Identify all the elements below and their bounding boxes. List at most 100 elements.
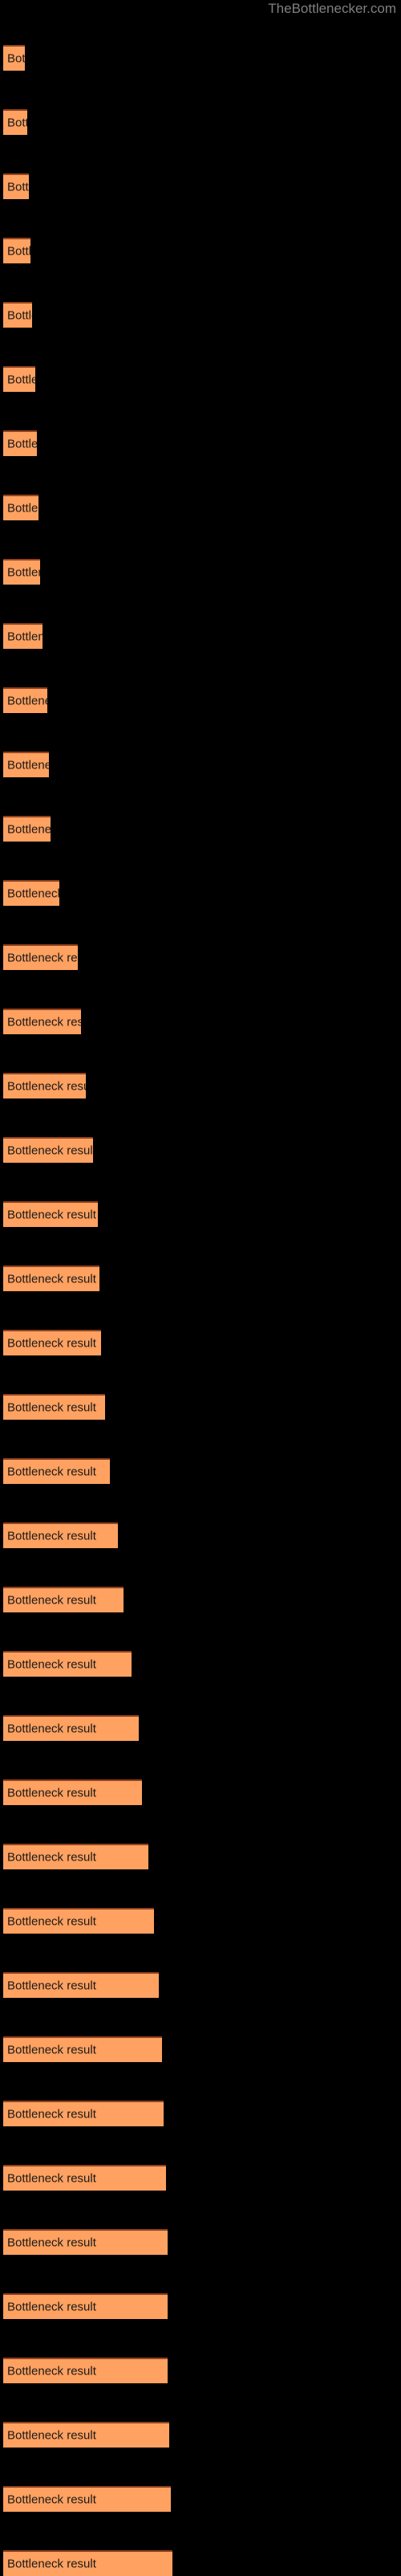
bar[interactable]: Bottleneck result: [3, 752, 49, 777]
bar[interactable]: Bottleneck result: [3, 430, 37, 456]
bar-row: Bottleneck result: [3, 2422, 169, 2448]
bar-row: Bottleneck result: [3, 1073, 86, 1098]
bar[interactable]: Bottleneck result: [3, 1779, 142, 1805]
bar-row: Bottleneck result: [3, 173, 29, 199]
bar-label: Bottleneck result: [7, 1336, 96, 1351]
bar-label: Bottleneck result: [7, 1143, 93, 1158]
bar[interactable]: Bottleneck result: [3, 2101, 164, 2126]
bar-row: Bottleneck result: [3, 816, 51, 842]
bar-label: Bottleneck result: [7, 2107, 96, 2122]
bar[interactable]: Bottleneck result: [3, 366, 35, 392]
bar-label: Bottleneck result: [7, 2300, 96, 2314]
bar-label: Bottleneck result: [7, 501, 38, 516]
bar[interactable]: Bottleneck result: [3, 1458, 110, 1484]
bar-label: Bottleneck result: [7, 2428, 96, 2443]
bar-row: Bottleneck result: [3, 495, 38, 520]
bar-row: Bottleneck result: [3, 1330, 101, 1355]
bar[interactable]: Bottleneck result: [3, 2358, 168, 2383]
bar-row: Bottleneck result: [3, 1394, 105, 1420]
bar-row: Bottleneck result: [3, 1009, 81, 1034]
bar-row: Bottleneck result: [3, 944, 78, 970]
bar[interactable]: Bottleneck result: [3, 2036, 162, 2062]
bar[interactable]: Bottleneck result: [3, 238, 30, 263]
bar[interactable]: Bottleneck result: [3, 1009, 81, 1034]
bar-row: Bottleneck result: [3, 1458, 110, 1484]
bar[interactable]: Bottleneck result: [3, 2422, 169, 2448]
bar[interactable]: Bottleneck result: [3, 687, 47, 713]
bar[interactable]: Bottleneck result: [3, 109, 27, 135]
bar-label: Bottleneck result: [7, 2492, 96, 2507]
bar-label: Bottleneck result: [7, 437, 37, 451]
bar-row: Bottleneck result: [3, 109, 27, 135]
bar-row: Bottleneck result: [3, 2101, 164, 2126]
bar[interactable]: Bottleneck result: [3, 559, 40, 585]
bar[interactable]: Bottleneck result: [3, 2229, 168, 2255]
bar[interactable]: Bottleneck result: [3, 1651, 132, 1677]
bar[interactable]: Bottleneck result: [3, 45, 25, 71]
bar-label: Bottleneck result: [7, 2236, 96, 2250]
bar[interactable]: Bottleneck result: [3, 2486, 171, 2512]
bar-row: Bottleneck result: [3, 1779, 142, 1805]
bar[interactable]: Bottleneck result: [3, 2550, 172, 2576]
bar-label: Bottleneck result: [7, 887, 59, 901]
bar-label: Bottleneck result: [7, 565, 40, 580]
bar-label: Bottleneck result: [7, 1400, 96, 1415]
bar[interactable]: Bottleneck result: [3, 2165, 166, 2191]
bar-row: Bottleneck result: [3, 2550, 172, 2576]
bar-label: Bottleneck result: [7, 373, 35, 387]
bar[interactable]: Bottleneck result: [3, 302, 32, 328]
bar-label: Bottleneck result: [7, 2043, 96, 2057]
bar-label: Bottleneck result: [7, 2171, 96, 2186]
bar[interactable]: Bottleneck result: [3, 1201, 98, 1227]
bar[interactable]: Bottleneck result: [3, 880, 59, 906]
bar[interactable]: Bottleneck result: [3, 1587, 124, 1612]
bar-label: Bottleneck result: [7, 1914, 96, 1929]
bar-row: Bottleneck result: [3, 559, 40, 585]
bar-row: Bottleneck result: [3, 302, 32, 328]
bar[interactable]: Bottleneck result: [3, 1330, 101, 1355]
bar-label: Bottleneck result: [7, 1657, 96, 1672]
bar-label: Bottleneck result: [7, 1979, 96, 1993]
bar[interactable]: Bottleneck result: [3, 623, 43, 649]
bar-row: Bottleneck result: [3, 1715, 139, 1741]
page-root: TheBottlenecker.com Bottleneck resultBot…: [0, 0, 401, 2576]
bar-label: Bottleneck result: [7, 1850, 96, 1865]
bar[interactable]: Bottleneck result: [3, 1715, 139, 1741]
bar-row: Bottleneck result: [3, 1844, 148, 1869]
bar-row: Bottleneck result: [3, 752, 49, 777]
bar[interactable]: Bottleneck result: [3, 1266, 99, 1291]
bar-row: Bottleneck result: [3, 2293, 168, 2319]
bar-label: Bottleneck result: [7, 308, 32, 323]
bottleneck-bar-chart: Bottleneck result Bottleneck result Bottle…: [0, 0, 401, 2576]
bar-label: Bottleneck result: [7, 116, 27, 130]
bar-row: Bottleneck result: [3, 45, 25, 71]
bar-label: Bottleneck result: [7, 180, 29, 194]
bar-label: Bottleneck result: [7, 1465, 96, 1479]
bar-row: Bottleneck result: [3, 366, 35, 392]
bar-label: Bottleneck result: [7, 694, 47, 708]
bar-label: Bottleneck result: [7, 1015, 81, 1029]
bar-row: Bottleneck result: [3, 238, 30, 263]
bar[interactable]: Bottleneck result: [3, 1137, 93, 1163]
bar-row: Bottleneck result: [3, 1201, 98, 1227]
bar-label: Bottleneck result: [7, 1272, 96, 1286]
bar[interactable]: Bottleneck result: [3, 173, 29, 199]
bar-row: Bottleneck result: [3, 1137, 93, 1163]
bar[interactable]: Bottleneck result: [3, 1908, 154, 1934]
bar-label: Bottleneck result: [7, 758, 49, 772]
bar[interactable]: Bottleneck result: [3, 495, 38, 520]
bar[interactable]: Bottleneck result: [3, 1522, 118, 1548]
bar[interactable]: Bottleneck result: [3, 1073, 86, 1098]
bar-row: Bottleneck result: [3, 687, 47, 713]
bar[interactable]: Bottleneck result: [3, 944, 78, 970]
bar-label: Bottleneck result: [7, 951, 78, 965]
bar[interactable]: Bottleneck result: [3, 1972, 159, 1998]
bar-label: Bottleneck result: [7, 1722, 96, 1736]
bar[interactable]: Bottleneck result: [3, 2293, 168, 2319]
bar[interactable]: Bottleneck result: [3, 816, 51, 842]
bar-label: Bottleneck result: [7, 2557, 96, 2571]
bar-row: Bottleneck result: [3, 1651, 132, 1677]
bar-label: Bottleneck result: [7, 2364, 96, 2378]
bar[interactable]: Bottleneck result: [3, 1844, 148, 1869]
bar[interactable]: Bottleneck result: [3, 1394, 105, 1420]
